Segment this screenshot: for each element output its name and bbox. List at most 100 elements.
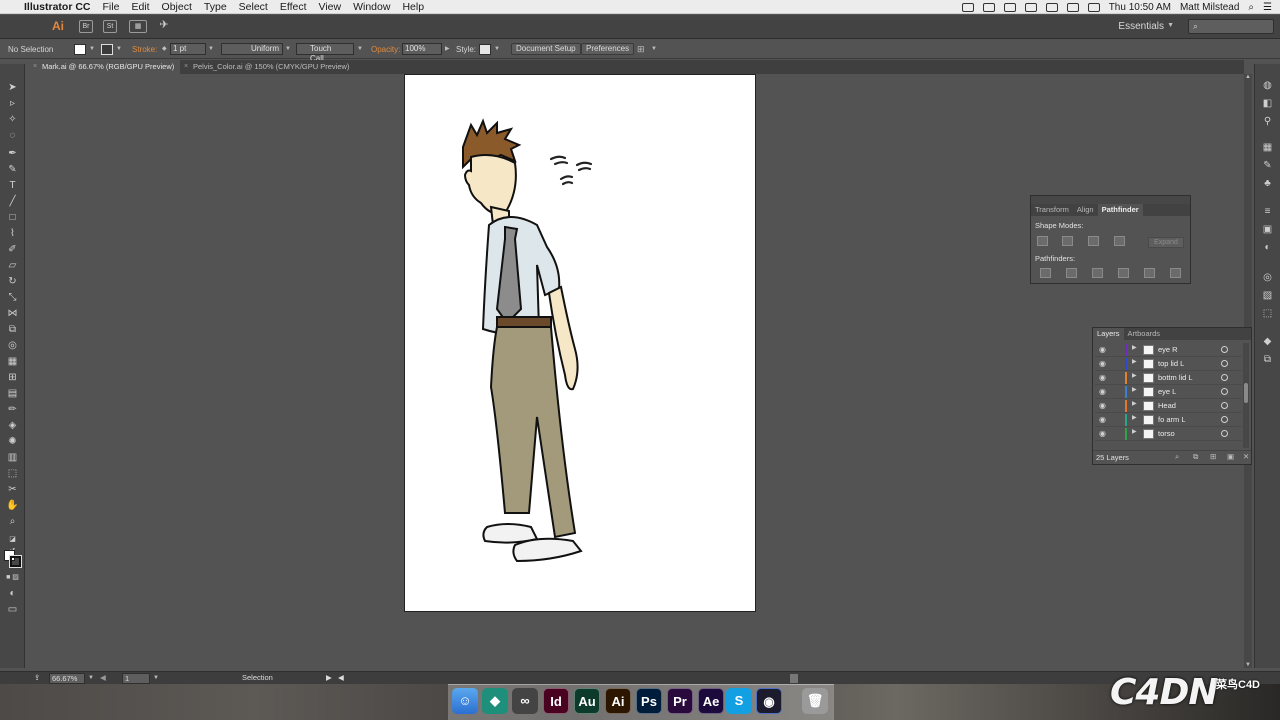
dock-app-pr-icon[interactable]: Pr xyxy=(667,688,693,714)
crop-button[interactable] xyxy=(1118,268,1129,278)
menu-type[interactable]: Type xyxy=(204,1,227,13)
default-colors-icon[interactable]: ◪ ↺ xyxy=(6,534,19,555)
minus-front-button[interactable] xyxy=(1062,236,1073,246)
target-circle-icon[interactable] xyxy=(1221,430,1228,437)
fill-color-swatch[interactable] xyxy=(74,44,86,55)
visibility-eye-icon[interactable]: ◉ xyxy=(1099,345,1109,354)
layers-icon[interactable]: ◆ xyxy=(1261,336,1274,348)
swatches-icon[interactable]: ▦ xyxy=(1261,142,1274,154)
target-circle-icon[interactable] xyxy=(1221,360,1228,367)
magic-wand-icon[interactable]: ✧ xyxy=(6,114,19,126)
trim-button[interactable] xyxy=(1066,268,1077,278)
symbol-sprayer-icon[interactable]: ✺ xyxy=(6,436,19,448)
target-circle-icon[interactable] xyxy=(1221,388,1228,395)
pen-tool-icon[interactable]: ✒ xyxy=(6,148,19,160)
skype-icon[interactable]: S xyxy=(726,688,752,714)
menu-file[interactable]: File xyxy=(103,1,120,13)
rotate-tool-icon[interactable]: ↻ xyxy=(6,276,19,288)
outline-button[interactable] xyxy=(1144,268,1155,278)
arrange-documents-icon[interactable]: ▦ xyxy=(129,20,147,33)
lasso-icon[interactable]: ◌ xyxy=(6,130,19,142)
divide-button[interactable] xyxy=(1040,268,1051,278)
dock-app-ps-icon[interactable]: Ps xyxy=(636,688,662,714)
target-circle-icon[interactable] xyxy=(1221,374,1228,381)
color-panel-icon[interactable]: ◍ xyxy=(1261,80,1274,92)
trash-icon[interactable]: 🗑 xyxy=(802,688,828,714)
layer-name[interactable]: top lid L xyxy=(1158,359,1184,368)
scroll-down-icon[interactable]: ▼ xyxy=(1245,662,1251,668)
close-icon[interactable]: × xyxy=(184,60,188,74)
artboard[interactable] xyxy=(404,74,756,612)
visibility-eye-icon[interactable]: ◉ xyxy=(1099,415,1109,424)
shape-builder-icon[interactable]: ◎ xyxy=(6,340,19,352)
chevron-left-icon[interactable]: ◀ xyxy=(338,673,344,682)
link-app-icon[interactable]: ∞ xyxy=(512,688,538,714)
expand-triangle-icon[interactable]: ▶ xyxy=(1132,400,1137,407)
finder-icon[interactable]: ☺ xyxy=(452,688,478,714)
scroll-thumb[interactable] xyxy=(1244,383,1248,403)
expand-triangle-icon[interactable]: ▶ xyxy=(1132,428,1137,435)
dock-app-ae-icon[interactable]: Ae xyxy=(698,688,724,714)
chevron-down-icon[interactable]: ▼ xyxy=(89,43,95,56)
brushes-icon[interactable]: ✎ xyxy=(1261,160,1274,172)
layer-name[interactable]: eye L xyxy=(1158,387,1176,396)
symbols-icon[interactable]: ♣ xyxy=(1261,178,1274,190)
hand-tool-icon[interactable]: ✋ xyxy=(6,500,19,512)
graphic-styles-icon[interactable]: ▧ xyxy=(1261,290,1274,302)
graphic-style-swatch[interactable] xyxy=(479,44,491,55)
tab-pelvis-color-ai[interactable]: × Pelvis_Color.ai @ 150% (CMYK/GPU Previ… xyxy=(181,60,361,74)
artboard-number-field[interactable]: 1 xyxy=(122,673,150,684)
tab-mark-ai[interactable]: × Mark.ai @ 66.67% (RGB/GPU Preview) xyxy=(30,60,180,74)
menu-select[interactable]: Select xyxy=(239,1,268,13)
blob-brush-icon[interactable]: ✐ xyxy=(6,244,19,256)
minus-back-button[interactable] xyxy=(1170,268,1181,278)
current-tool-status[interactable]: Selection xyxy=(242,673,273,682)
rectangle-tool-icon[interactable]: □ xyxy=(6,212,19,224)
cc-libraries-icon[interactable]: ⚲ xyxy=(1261,116,1274,128)
visibility-eye-icon[interactable]: ◉ xyxy=(1099,429,1109,438)
panel-title-bar[interactable] xyxy=(1031,196,1190,204)
eyedropper-icon[interactable]: ✏ xyxy=(6,404,19,416)
transparency-icon[interactable]: ◐ xyxy=(1261,242,1274,254)
expand-triangle-icon[interactable]: ▶ xyxy=(1132,414,1137,421)
mesh-tool-icon[interactable]: ⊞ xyxy=(6,372,19,384)
dropbox-icon[interactable] xyxy=(1003,2,1016,12)
trash-icon[interactable]: ✕ xyxy=(1243,452,1249,461)
artboards-panel-icon[interactable]: ⬚ xyxy=(1261,308,1274,320)
stroke-panel-icon[interactable]: ≡ xyxy=(1261,206,1274,218)
layer-row[interactable]: ◉ ▶ bottm lid L xyxy=(1095,371,1242,385)
menu-window[interactable]: Window xyxy=(353,1,390,13)
menu-effect[interactable]: Effect xyxy=(280,1,307,13)
screen-mode-icon[interactable]: ▭ xyxy=(6,604,19,616)
target-circle-icon[interactable] xyxy=(1221,416,1228,423)
target-circle-icon[interactable] xyxy=(1221,402,1228,409)
chevron-down-icon[interactable]: ▼ xyxy=(285,43,291,56)
width-tool-icon[interactable]: ⋈ xyxy=(6,308,19,320)
layer-name[interactable]: torso xyxy=(1158,429,1175,438)
volume-icon[interactable] xyxy=(1045,2,1058,12)
sync-icon[interactable] xyxy=(982,2,995,12)
stroke-swatch[interactable] xyxy=(9,555,22,568)
cinema4d-icon[interactable]: ◉ xyxy=(756,688,782,714)
menu-object[interactable]: Object xyxy=(162,1,192,13)
paintbrush-icon[interactable]: ⌇ xyxy=(6,228,19,240)
layer-row[interactable]: ◉ ▶ top lid L xyxy=(1095,357,1242,371)
layer-name[interactable]: eye R xyxy=(1158,345,1178,354)
brush-definition[interactable]: Touch Call... xyxy=(296,43,354,63)
free-transform-icon[interactable]: ⧉ xyxy=(6,324,19,336)
chevron-right-icon[interactable]: ▶ xyxy=(326,673,332,682)
unite-button[interactable] xyxy=(1037,236,1048,246)
visibility-eye-icon[interactable]: ◉ xyxy=(1099,373,1109,382)
expand-triangle-icon[interactable]: ▶ xyxy=(1132,372,1137,379)
stroke-weight-field[interactable]: 1 pt xyxy=(170,43,206,55)
exclude-button[interactable] xyxy=(1114,236,1125,246)
artboard-tool-icon[interactable]: ⬚ xyxy=(6,468,19,480)
appearance-icon[interactable]: ◎ xyxy=(1261,272,1274,284)
battery-icon[interactable] xyxy=(1087,2,1100,12)
opacity-label[interactable]: Opacity: xyxy=(371,43,400,56)
chevron-down-icon[interactable]: ▼ xyxy=(208,43,214,56)
menu-help[interactable]: Help xyxy=(402,1,424,13)
chevron-down-icon[interactable]: ▼ xyxy=(116,43,122,56)
wifi-icon[interactable] xyxy=(1024,2,1037,12)
line-tool-icon[interactable]: ╱ xyxy=(6,196,19,208)
